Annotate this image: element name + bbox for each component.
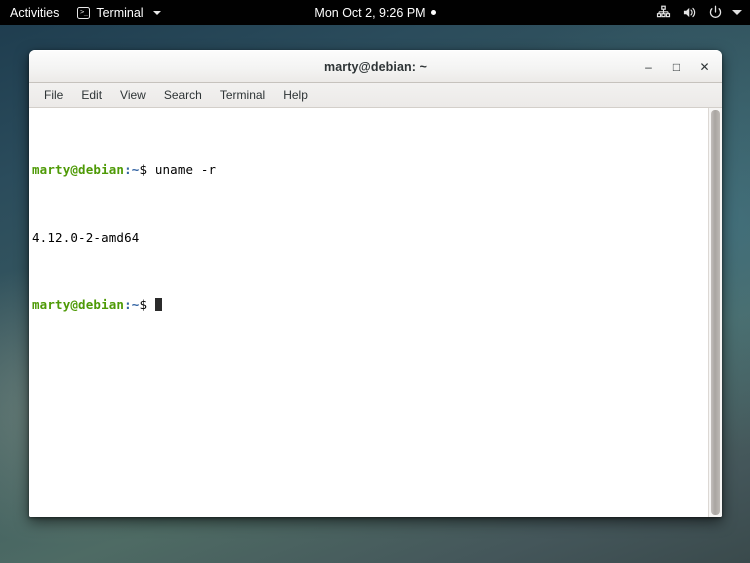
gnome-top-bar: Activities >_ Terminal Mon Oct 2, 9:26 P… (0, 0, 750, 25)
system-status-area[interactable] (655, 0, 744, 25)
prompt-symbol: $ (139, 296, 148, 312)
minimize-button[interactable]: – (635, 54, 662, 80)
prompt-user: marty@debian (32, 296, 125, 312)
window-titlebar[interactable]: marty@debian: ~ – □ ✕ (29, 50, 722, 83)
prompt-path: :~ (124, 296, 140, 312)
terminal-window[interactable]: marty@debian: ~ – □ ✕ File Edit View Sea… (29, 50, 722, 517)
app-menu-label: Terminal (96, 5, 144, 20)
menu-item-terminal[interactable]: Terminal (211, 86, 274, 104)
volume-icon[interactable] (681, 0, 698, 25)
app-menu-terminal[interactable]: >_ Terminal (69, 0, 169, 25)
top-bar-left: Activities >_ Terminal (0, 0, 170, 25)
network-icon[interactable] (655, 0, 672, 25)
scrollbar-thumb[interactable] (711, 110, 720, 515)
activities-label: Activities (10, 5, 60, 20)
text-cursor (154, 297, 163, 312)
menu-item-file[interactable]: File (35, 86, 72, 104)
terminal-line: marty@debian:~$ (32, 297, 708, 314)
maximize-button[interactable]: □ (663, 54, 690, 80)
menu-item-view[interactable]: View (111, 86, 155, 104)
power-icon[interactable] (707, 0, 724, 25)
terminal-line: marty@debian:~$ uname -r (32, 162, 708, 179)
activities-button[interactable]: Activities (0, 0, 69, 25)
terminal-output[interactable]: marty@debian:~$ uname -r 4.12.0-2-amd64 … (29, 108, 708, 517)
window-controls: – □ ✕ (635, 51, 718, 82)
terminal-line: 4.12.0-2-amd64 (32, 230, 708, 247)
close-button[interactable]: ✕ (691, 54, 718, 80)
chevron-down-icon (152, 10, 161, 15)
screen: Activities >_ Terminal Mon Oct 2, 9:26 P… (0, 0, 750, 563)
clock-label: Mon Oct 2, 9:26 PM (314, 5, 426, 20)
prompt-symbol: $ (139, 162, 148, 178)
prompt-path: :~ (124, 162, 140, 178)
chevron-down-icon[interactable] (732, 10, 742, 15)
terminal-command (147, 297, 155, 312)
terminal-command: uname -r (147, 162, 217, 178)
terminal-scrollbar[interactable] (708, 108, 722, 517)
clock-button[interactable]: Mon Oct 2, 9:26 PM (314, 5, 436, 20)
terminal-icon: >_ (77, 6, 91, 19)
prompt-user: marty@debian (32, 162, 125, 178)
menu-item-edit[interactable]: Edit (72, 86, 111, 104)
notification-dot-icon (430, 10, 436, 15)
terminal-icon-glyph: >_ (80, 8, 88, 16)
window-title: marty@debian: ~ (324, 59, 427, 74)
terminal-body[interactable]: marty@debian:~$ uname -r 4.12.0-2-amd64 … (29, 108, 722, 517)
menu-bar: File Edit View Search Terminal Help (29, 83, 722, 108)
command-output: 4.12.0-2-amd64 (32, 229, 140, 245)
menu-item-search[interactable]: Search (155, 86, 211, 104)
menu-item-help[interactable]: Help (274, 86, 317, 104)
